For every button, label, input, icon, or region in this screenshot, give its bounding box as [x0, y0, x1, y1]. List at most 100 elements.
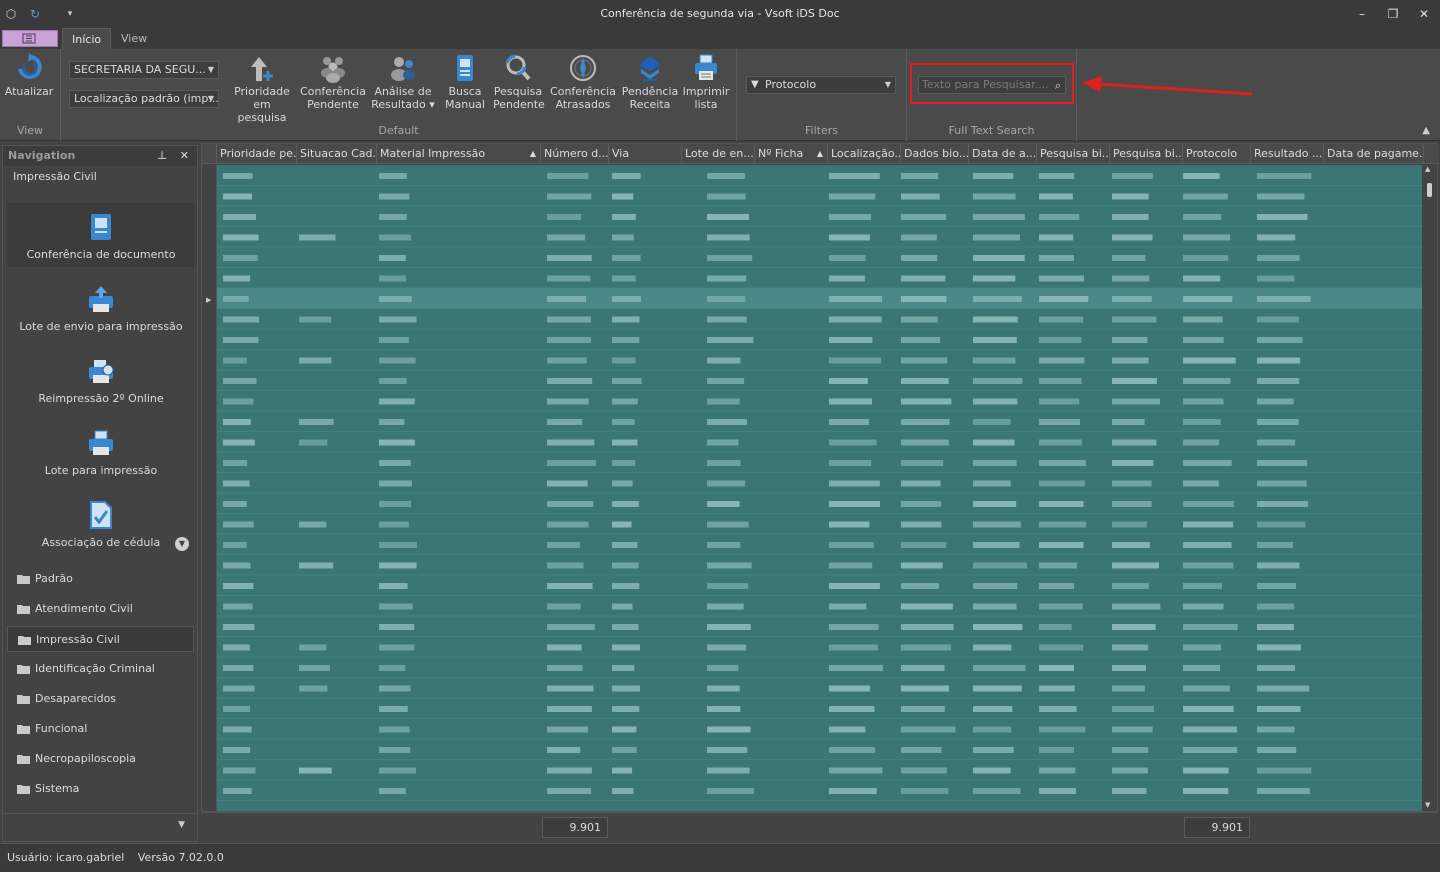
blurred-cell: [1183, 685, 1230, 692]
nav-item-reimpressao[interactable]: Reimpressão 2º Online: [11, 356, 191, 405]
nav-item-conferencia-documento[interactable]: Conferência de documento: [11, 212, 191, 261]
tab-inicio[interactable]: Início: [62, 28, 112, 49]
blurred-cell: [547, 398, 589, 405]
blurred-cell: [707, 173, 746, 179]
blurred-cell: [1112, 665, 1146, 671]
secretaria-combo[interactable]: SECRETARIA DA SEGU... ▼: [69, 61, 219, 79]
nav-group-desaparecidos[interactable]: Desaparecidos: [7, 686, 194, 712]
blurred-cell: [223, 562, 251, 569]
conferencia-pendente-button[interactable]: Conferência Pendente: [300, 53, 366, 111]
blurred-cell: [1112, 337, 1148, 343]
nav-item-associacao-cedula[interactable]: Associação de cédula: [11, 500, 191, 549]
nav-group-impressao-civil[interactable]: Impressão Civil: [7, 626, 194, 652]
column-header[interactable]: Número d...: [541, 144, 609, 164]
blurred-cell: [707, 255, 753, 261]
nav-group-necropapiloscopia[interactable]: Necropapiloscopia: [7, 746, 194, 772]
atualizar-button[interactable]: Atualizar: [4, 53, 54, 98]
column-header[interactable]: Nº Ficha ▲: [755, 144, 828, 164]
blurred-cell: [707, 562, 752, 569]
column-header[interactable]: Lote de en...: [682, 144, 755, 164]
nav-group-atendimento-civil[interactable]: Atendimento Civil: [7, 596, 194, 622]
column-header[interactable]: Protocolo: [1183, 144, 1251, 164]
nav-group-padrao[interactable]: Padrão: [7, 566, 194, 592]
full-text-search-input[interactable]: Texto para Pesquisar.... ⌕: [918, 76, 1066, 94]
annotation-arrow-icon: [1082, 76, 1253, 96]
column-header[interactable]: Data de a...: [969, 144, 1037, 164]
nav-item-lote-envio[interactable]: Lote de envio para impressão: [11, 284, 191, 333]
blurred-cell: [973, 521, 1021, 528]
prioridade-em-pesquisa-button[interactable]: Prioridade em pesquisa: [229, 53, 295, 124]
column-header[interactable]: Localização...: [828, 144, 901, 164]
search-placeholder: Texto para Pesquisar....: [922, 78, 1049, 91]
column-header[interactable]: Data de pagame...: [1324, 144, 1424, 164]
restore-button[interactable]: ❐: [1381, 5, 1405, 23]
blurred-cell: [612, 460, 636, 466]
scroll-thumb[interactable]: [1427, 183, 1432, 197]
grid-body[interactable]: [217, 165, 1423, 811]
blurred-cell: [299, 767, 332, 774]
prioridade-l1: Prioridade: [234, 85, 290, 98]
imprimir-lista-button[interactable]: Imprimir lista: [682, 53, 730, 111]
compass-clock-icon: [570, 55, 596, 81]
blurred-cell: [1039, 419, 1080, 425]
blurred-cell: [547, 583, 593, 589]
pesquisa-pendente-button[interactable]: Pesquisa Pendente: [493, 53, 545, 111]
blurred-cell: [1112, 296, 1152, 302]
minimize-button[interactable]: –: [1350, 5, 1374, 23]
column-header[interactable]: Material Impressão ▲: [377, 144, 541, 164]
blurred-cell: [547, 706, 592, 712]
blurred-cell: [901, 234, 937, 241]
column-header[interactable]: Dados bio...: [901, 144, 969, 164]
conferencia-atrasados-button[interactable]: Conferência Atrasados: [549, 53, 617, 111]
nav-group-identificacao-criminal[interactable]: Identificação Criminal: [7, 656, 194, 682]
scroll-up-icon[interactable]: ▲: [1425, 165, 1430, 173]
blurred-cell: [707, 480, 746, 487]
collapse-ribbon-icon[interactable]: ▲: [1422, 125, 1430, 136]
column-header[interactable]: Situacao Cad...: [297, 144, 377, 164]
blurred-cell: [612, 665, 635, 671]
blurred-cell: [299, 644, 327, 651]
column-header[interactable]: Pesquisa bi...: [1037, 144, 1110, 164]
blurred-cell: [707, 419, 747, 425]
nav-group-sistema[interactable]: Sistema: [7, 776, 194, 802]
vertical-scrollbar[interactable]: ▲ ▼: [1422, 165, 1437, 811]
blurred-cell: [547, 214, 582, 220]
blurred-cell: [1112, 173, 1153, 179]
nav-overflow-icon[interactable]: ▼: [178, 820, 185, 830]
busca-manual-button[interactable]: Busca Manual: [440, 53, 490, 111]
scroll-down-icon[interactable]: ▼: [1425, 801, 1430, 809]
nav-item-lote-impressao[interactable]: Lote para impressão: [11, 428, 191, 477]
analise-de-resultado-button[interactable]: Análise de Resultado ▾: [370, 53, 436, 111]
column-header[interactable]: Pesquisa bi...: [1110, 144, 1183, 164]
localizacao-combo[interactable]: Localização padrão (imp... ▼: [69, 90, 219, 108]
blurred-cell: [1257, 603, 1294, 610]
blurred-cell: [547, 439, 595, 446]
blurred-cell: [707, 337, 754, 343]
close-window-button[interactable]: ✕: [1412, 5, 1436, 23]
tab-view[interactable]: View: [112, 28, 156, 49]
blurred-cell: [1039, 439, 1082, 446]
expand-more-icon[interactable]: ▼: [175, 537, 189, 551]
blurred-cell: [707, 685, 740, 692]
blurred-cell: [547, 337, 591, 343]
column-header[interactable]: Via: [609, 144, 682, 164]
column-header[interactable]: Prioridade pe...: [217, 144, 297, 164]
nav-group-funcional[interactable]: Funcional: [7, 716, 194, 742]
blurred-cell: [612, 275, 636, 282]
pendencia-receita-button[interactable]: Pendência Receita: [620, 53, 680, 111]
blurred-cell: [379, 644, 415, 651]
protocolo-filter-combo[interactable]: ▼ Protocolo ▼: [746, 76, 896, 94]
column-header[interactable]: Resultado ...: [1251, 144, 1324, 164]
pesquisa-l2: Pendente: [493, 98, 545, 111]
pin-icon[interactable]: ⊥: [157, 146, 167, 166]
blurred-cell: [829, 398, 872, 405]
blurred-cell: [299, 234, 336, 241]
search-icon[interactable]: ⌕: [1055, 78, 1061, 94]
application-menu-button[interactable]: [2, 30, 58, 47]
blurred-cell: [901, 173, 939, 179]
blurred-cell: [1112, 562, 1159, 569]
close-icon[interactable]: ✕: [180, 146, 189, 166]
blurred-cell: [1257, 665, 1295, 671]
blurred-cell: [612, 378, 642, 384]
blurred-cell: [223, 398, 254, 405]
